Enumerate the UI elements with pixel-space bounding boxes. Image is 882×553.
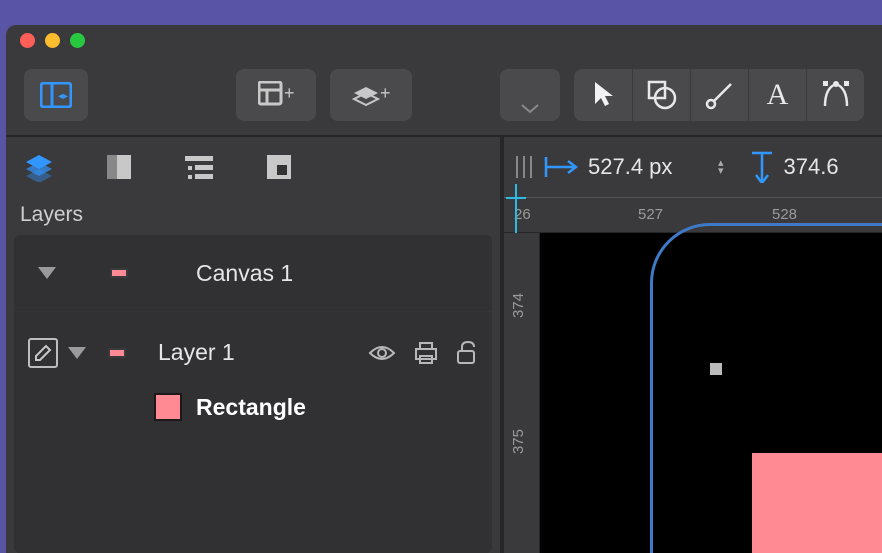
main-toolbar: ◂▸ + + A xyxy=(6,55,882,137)
text-icon: A xyxy=(767,78,789,112)
line-icon xyxy=(705,80,735,110)
measure-bar: ▴▾ xyxy=(504,137,882,197)
disclosure-triangle-icon[interactable] xyxy=(68,347,86,359)
mode-dropdown[interactable] xyxy=(500,69,560,121)
close-window-button[interactable] xyxy=(20,33,35,48)
layers-icon xyxy=(23,152,55,182)
selection-handle[interactable] xyxy=(710,363,722,375)
styles-tab[interactable] xyxy=(102,150,136,184)
pencil-icon xyxy=(34,344,52,362)
chevron-down-icon xyxy=(521,104,539,114)
select-tool[interactable] xyxy=(574,69,632,121)
layers-list: Canvas 1 Layer 1 xyxy=(14,235,492,553)
guide-marker-icon[interactable] xyxy=(506,184,526,234)
titlebar xyxy=(6,25,882,55)
canvas-viewport[interactable]: 374 375 xyxy=(540,233,882,553)
vertical-ruler[interactable]: 374 375 xyxy=(504,233,540,553)
panel-tabs xyxy=(6,137,500,197)
ruler-tick: 527 xyxy=(638,206,663,223)
app-window: ◂▸ + + A xyxy=(6,25,882,553)
list-icon xyxy=(185,154,213,180)
layers-tab[interactable] xyxy=(22,150,56,184)
text-tool[interactable]: A xyxy=(748,69,806,121)
panel-title: Layers xyxy=(6,197,500,235)
pen-icon xyxy=(821,80,851,110)
shape-tool[interactable] xyxy=(632,69,690,121)
shape-row[interactable]: Rectangle xyxy=(14,393,492,437)
add-panel-button[interactable]: + xyxy=(236,69,316,121)
shape-icon xyxy=(647,80,677,110)
ruler-tick: 375 xyxy=(510,429,527,454)
color-swatch[interactable] xyxy=(110,268,128,278)
canvas-label: Canvas 1 xyxy=(196,260,293,287)
zoom-window-button[interactable] xyxy=(70,33,85,48)
rectangle-shape[interactable] xyxy=(752,453,882,553)
align-icon[interactable] xyxy=(514,154,534,180)
minimize-window-button[interactable] xyxy=(45,33,60,48)
selection-tab[interactable] xyxy=(262,150,296,184)
pen-tool[interactable] xyxy=(806,69,864,121)
shape-thumbnail xyxy=(154,393,182,421)
height-arrow-icon xyxy=(750,151,774,183)
y-input[interactable] xyxy=(784,154,854,180)
layers-plus-icon: + xyxy=(352,81,390,109)
sidebar-toggle-button[interactable]: ◂▸ xyxy=(24,69,88,121)
svg-text:+: + xyxy=(380,83,390,103)
width-arrow-icon xyxy=(544,155,578,179)
svg-text:+: + xyxy=(284,83,294,103)
edit-layer-button[interactable] xyxy=(28,338,58,368)
layer-row[interactable]: Layer 1 xyxy=(14,311,492,393)
grid-icon xyxy=(265,153,293,181)
ruler-tick: 374 xyxy=(510,293,527,318)
svg-text:◂▸: ◂▸ xyxy=(58,91,68,102)
ruler-tick: 528 xyxy=(772,206,797,223)
add-layer-button[interactable]: + xyxy=(330,69,412,121)
y-field[interactable] xyxy=(750,151,854,183)
pointer-icon xyxy=(591,80,615,110)
line-tool[interactable] xyxy=(690,69,748,121)
color-swatch[interactable] xyxy=(108,348,126,358)
tool-group: A xyxy=(574,69,864,121)
left-sidebar: Layers Canvas 1 xyxy=(6,137,504,553)
x-field[interactable]: ▴▾ xyxy=(544,154,724,180)
x-stepper[interactable]: ▴▾ xyxy=(718,159,724,175)
sidebar-icon: ◂▸ xyxy=(40,82,72,108)
eye-icon[interactable] xyxy=(368,343,396,363)
layer-label: Layer 1 xyxy=(158,339,235,366)
canvas-row[interactable]: Canvas 1 xyxy=(14,235,492,311)
shape-label: Rectangle xyxy=(196,394,306,421)
styles-icon xyxy=(105,153,133,181)
canvas-area: ▴▾ 26 527 528 374 375 xyxy=(504,137,882,553)
disclosure-triangle-icon[interactable] xyxy=(38,267,56,279)
panel-plus-icon: + xyxy=(258,81,294,109)
x-input[interactable] xyxy=(588,154,708,180)
outline-tab[interactable] xyxy=(182,150,216,184)
print-icon[interactable] xyxy=(414,342,438,364)
unlock-icon[interactable] xyxy=(456,341,478,365)
